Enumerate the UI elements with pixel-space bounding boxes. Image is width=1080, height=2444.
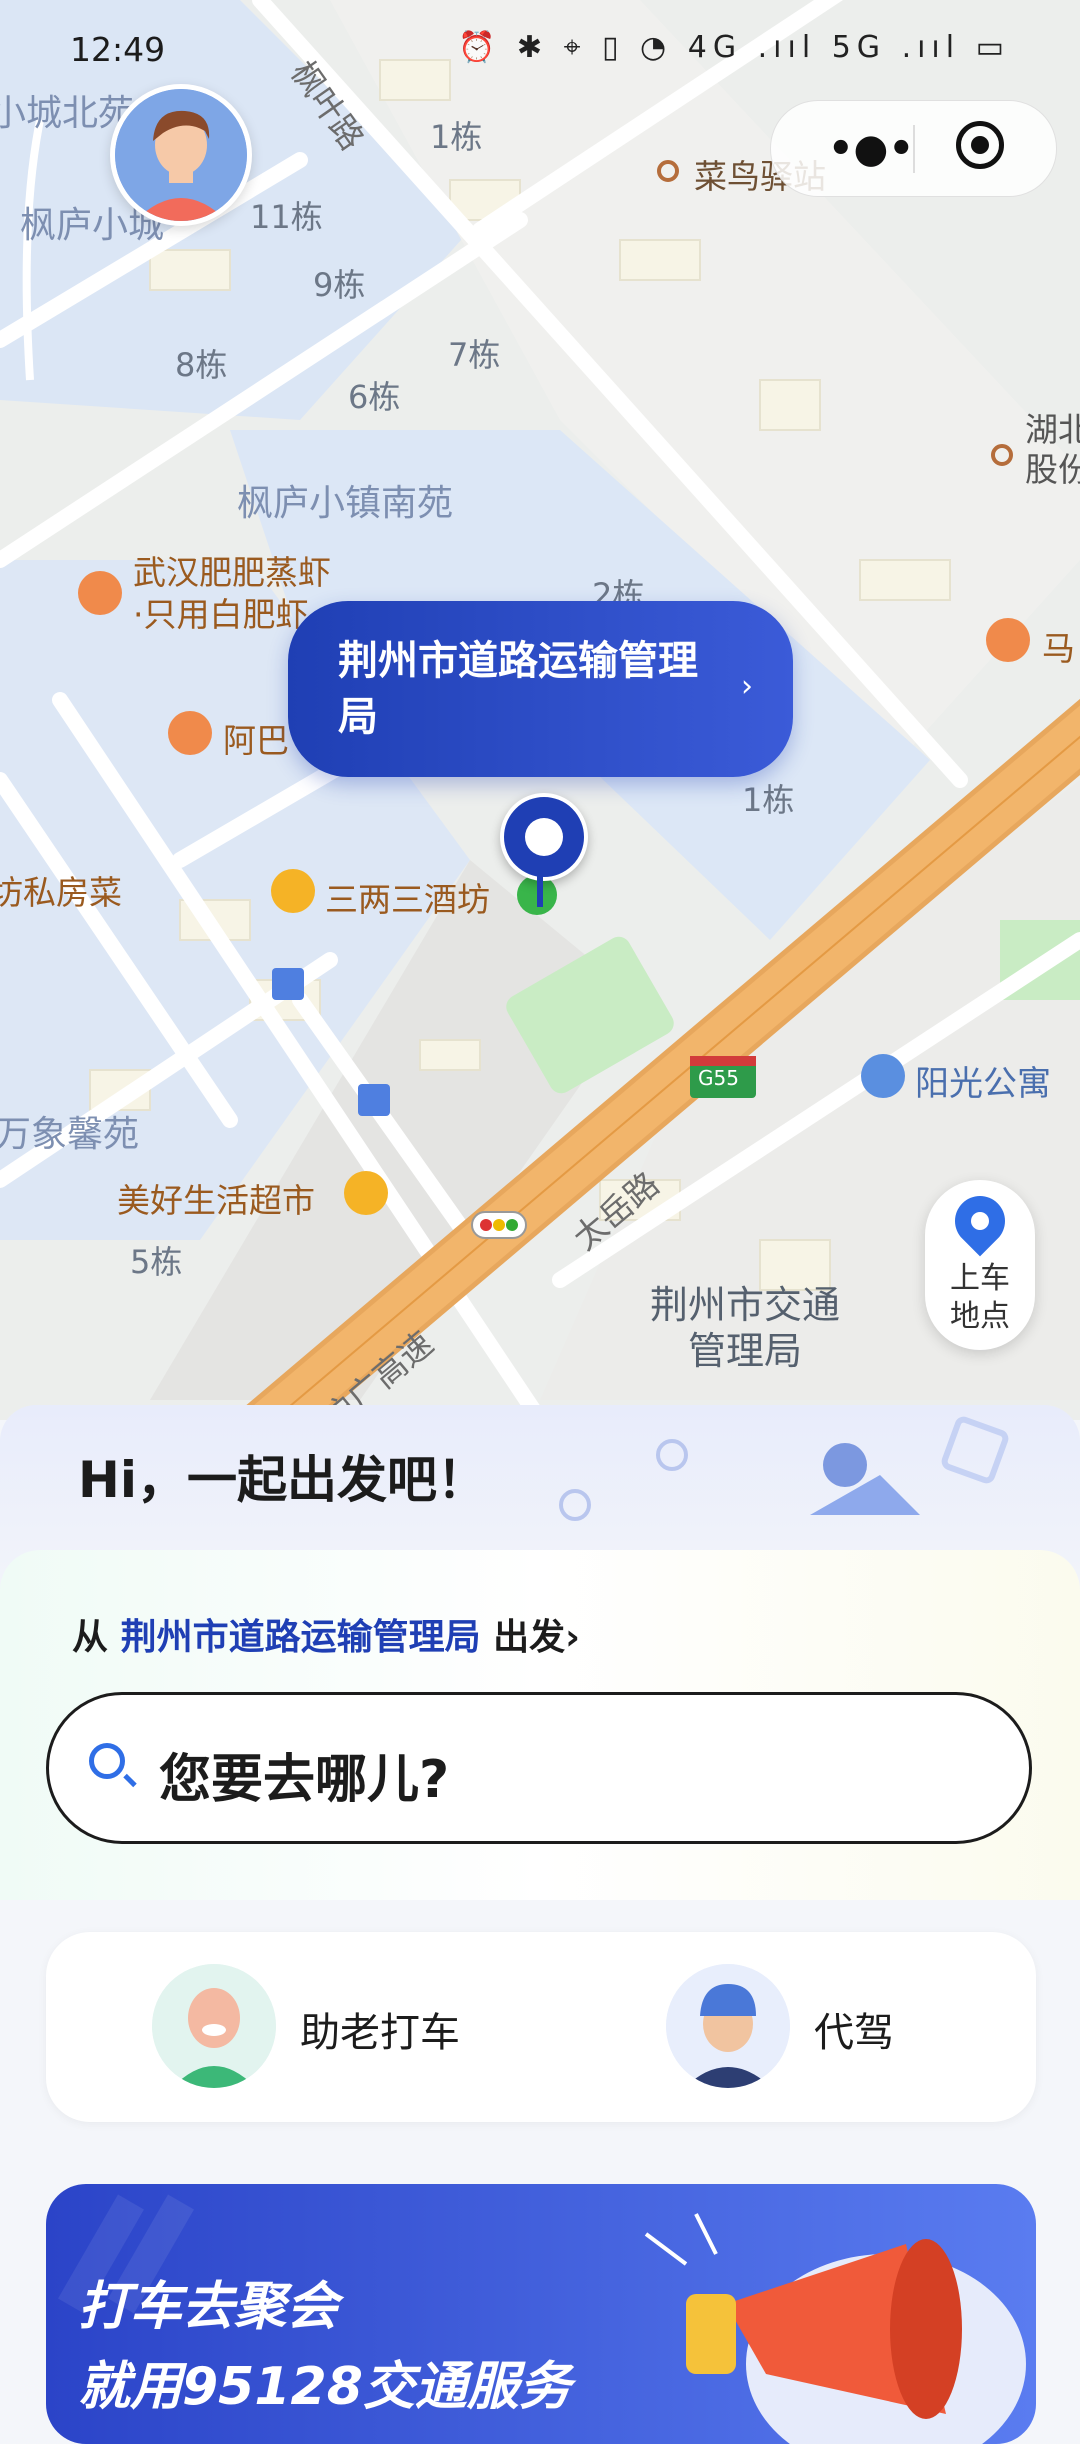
district-label: 万象馨苑: [0, 1114, 140, 1155]
district-label: 枫庐小镇南苑: [237, 483, 454, 524]
building-label: 8栋: [175, 346, 228, 384]
greeting-text: Hi，一起出发吧！: [78, 1451, 487, 1509]
destination-search-input[interactable]: 您要去哪儿?: [46, 1692, 1032, 1844]
location-marker-icon: [944, 1185, 1016, 1257]
services-card: 助老打车 代驾: [46, 1932, 1036, 2122]
poi-aba[interactable]: 阿巴: [223, 714, 289, 762]
departure-place[interactable]: 荆州市道路运输管理局: [121, 1617, 481, 1658]
status-bar: 12:49 ⏰ ✱ ⌖ ▯ ◔ 4G .ııl 5G .ııl ▭: [0, 0, 1080, 100]
pin-stem: [537, 875, 543, 907]
promo-banner[interactable]: 打车去聚会 就用95128交通服务: [46, 2184, 1036, 2444]
banner-line-1: 打车去聚会: [78, 2277, 339, 2337]
miniprogram-capsule: •●•: [770, 100, 1057, 197]
location-bubble[interactable]: 荆州市道路运输管理局 ›: [288, 601, 793, 777]
building-label: 7栋: [448, 336, 501, 374]
poi-ma[interactable]: 马: [1042, 622, 1075, 670]
search-icon: [89, 1743, 125, 1779]
senior-avatar-icon: [152, 1964, 276, 2088]
banner-line-2: 就用95128交通服务: [78, 2357, 571, 2417]
poi-jiaotong[interactable]: 荆州市交通 管理局: [650, 1282, 840, 1374]
building-label: 1栋: [742, 781, 795, 819]
poi-sanliang[interactable]: 三两三酒坊: [325, 873, 490, 921]
capsule-divider: [913, 125, 915, 173]
driver-avatar-icon: [666, 1964, 790, 2088]
user-avatar[interactable]: [110, 84, 252, 226]
avatar-icon: [115, 89, 247, 221]
poi-meihao[interactable]: 美好生活超市: [117, 1174, 315, 1222]
chevron-right-icon: ›: [741, 669, 753, 704]
status-icons: ⏰ ✱ ⌖ ▯ ◔ 4G .ııl 5G .ııl ▭: [458, 30, 1010, 65]
status-time: 12:49: [70, 30, 166, 69]
service-label: 助老打车: [300, 2010, 460, 2056]
location-bubble-title: 荆州市道路运输管理局: [338, 638, 698, 740]
building-label: 9栋: [313, 266, 366, 304]
building-label: 5栋: [130, 1243, 183, 1281]
pickup-point-button[interactable]: 上车 地点: [925, 1180, 1035, 1350]
building-label: 1栋: [430, 118, 483, 156]
search-placeholder: 您要去哪儿?: [159, 1750, 450, 1810]
close-miniprogram-icon[interactable]: [956, 121, 1004, 169]
building-label: 6栋: [348, 378, 401, 416]
service-label: 代驾: [814, 2010, 894, 2056]
route-shield-label: G55: [698, 1066, 739, 1090]
from-suffix: 出发›: [493, 1617, 580, 1658]
poi-hubei[interactable]: 湖北 股份: [1025, 410, 1080, 490]
from-prefix: 从: [72, 1617, 109, 1658]
poi-label: 坊私房菜: [0, 873, 122, 912]
building-label: 11栋: [250, 198, 323, 236]
pickup-point-label: 上车 地点: [950, 1261, 1010, 1334]
poi-yangguang[interactable]: 阳光公寓: [915, 1056, 1051, 1105]
location-pin-icon: [500, 793, 588, 881]
departure-line[interactable]: 从 荆州市道路运输管理局 出发›: [72, 1608, 580, 1660]
